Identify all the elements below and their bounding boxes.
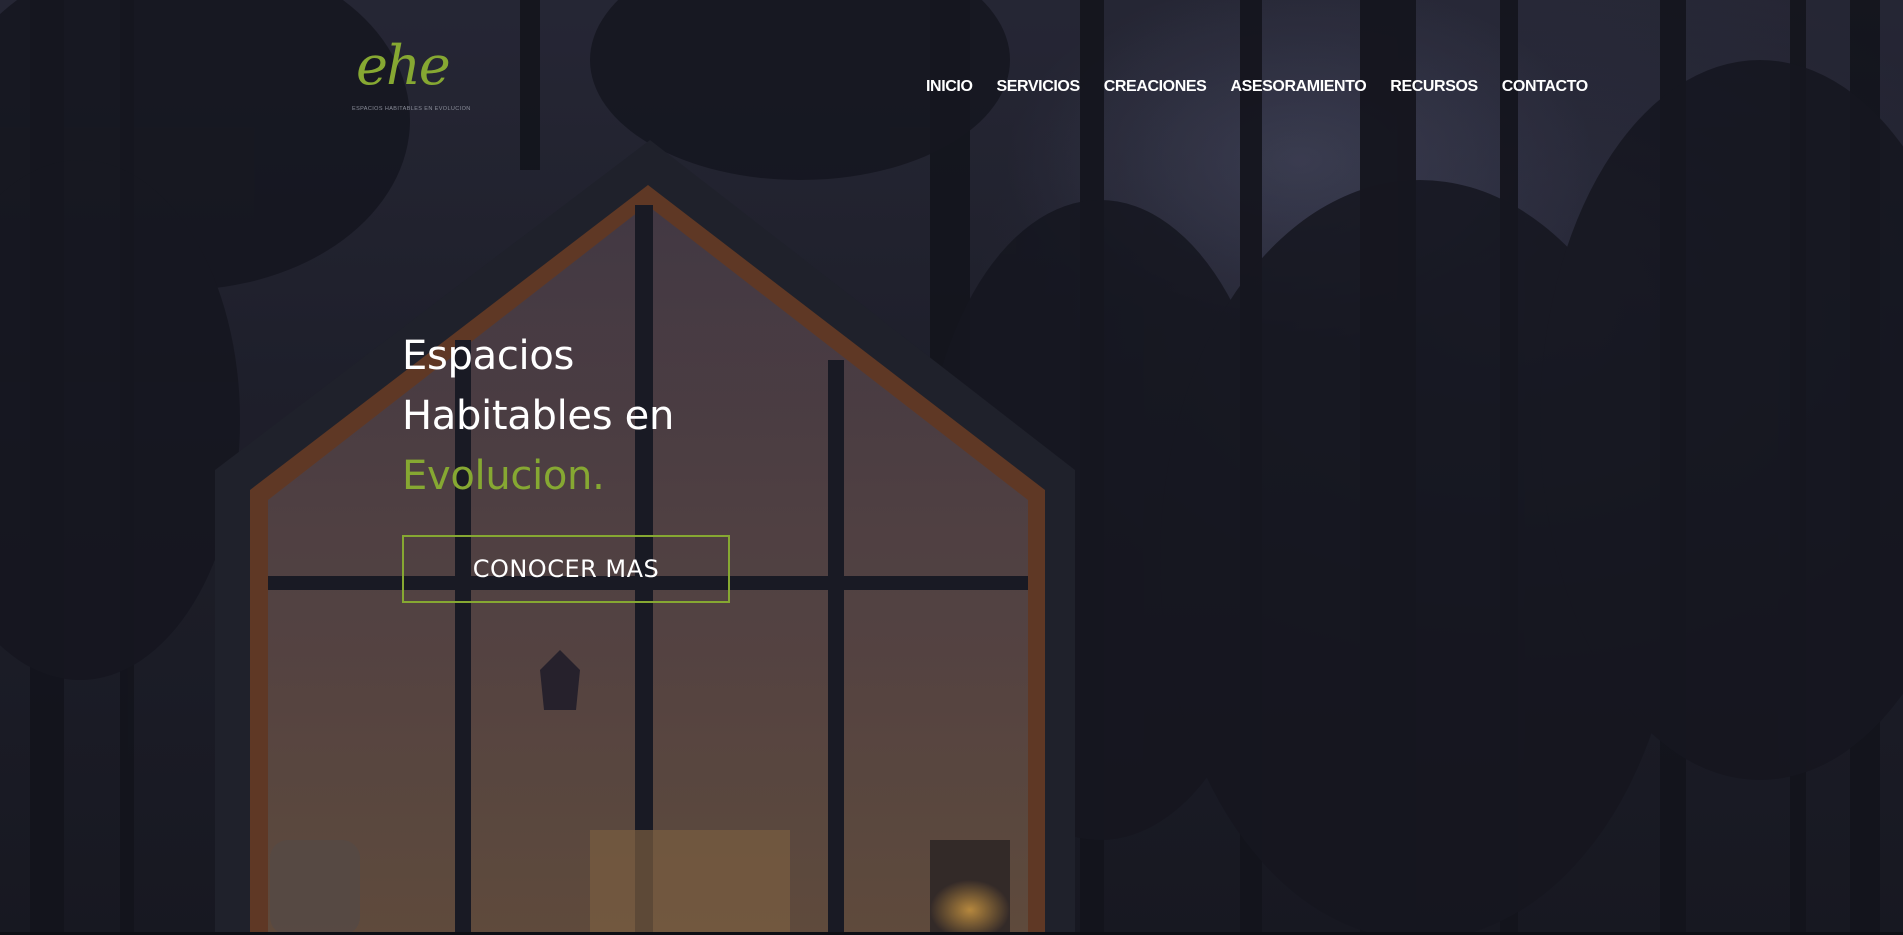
site-logo[interactable]: ehe ESPACIOS HABITABLES EN EVOLUCION: [352, 28, 470, 116]
hero-overlay: [0, 0, 1903, 935]
hero-headline-line2: Habitables en: [402, 393, 675, 439]
hero-section: [0, 0, 1903, 935]
hero-headline-accent: Evolucion.: [402, 453, 605, 499]
nav-item-servicios[interactable]: SERVICIOS: [997, 76, 1081, 100]
hero-headline-line1: Espacios: [402, 333, 575, 379]
logo-tagline: ESPACIOS HABITABLES EN EVOLUCION: [352, 106, 471, 112]
nav-item-asesoramiento[interactable]: ASESORAMIENTO: [1230, 76, 1366, 100]
logo-script-text: ehe: [356, 34, 451, 97]
nav-item-recursos[interactable]: RECURSOS: [1390, 76, 1478, 100]
nav-item-contacto[interactable]: CONTACTO: [1502, 76, 1588, 100]
nav-item-inicio[interactable]: INICIO: [926, 76, 973, 100]
nav-item-creaciones[interactable]: CREACIONES: [1104, 76, 1207, 100]
hero-headline: Espacios Habitables en Evolucion.: [402, 326, 822, 506]
conocer-mas-button[interactable]: CONOCER MAS: [402, 535, 730, 603]
main-nav: INICIO SERVICIOS CREACIONES ASESORAMIENT…: [926, 76, 1588, 100]
